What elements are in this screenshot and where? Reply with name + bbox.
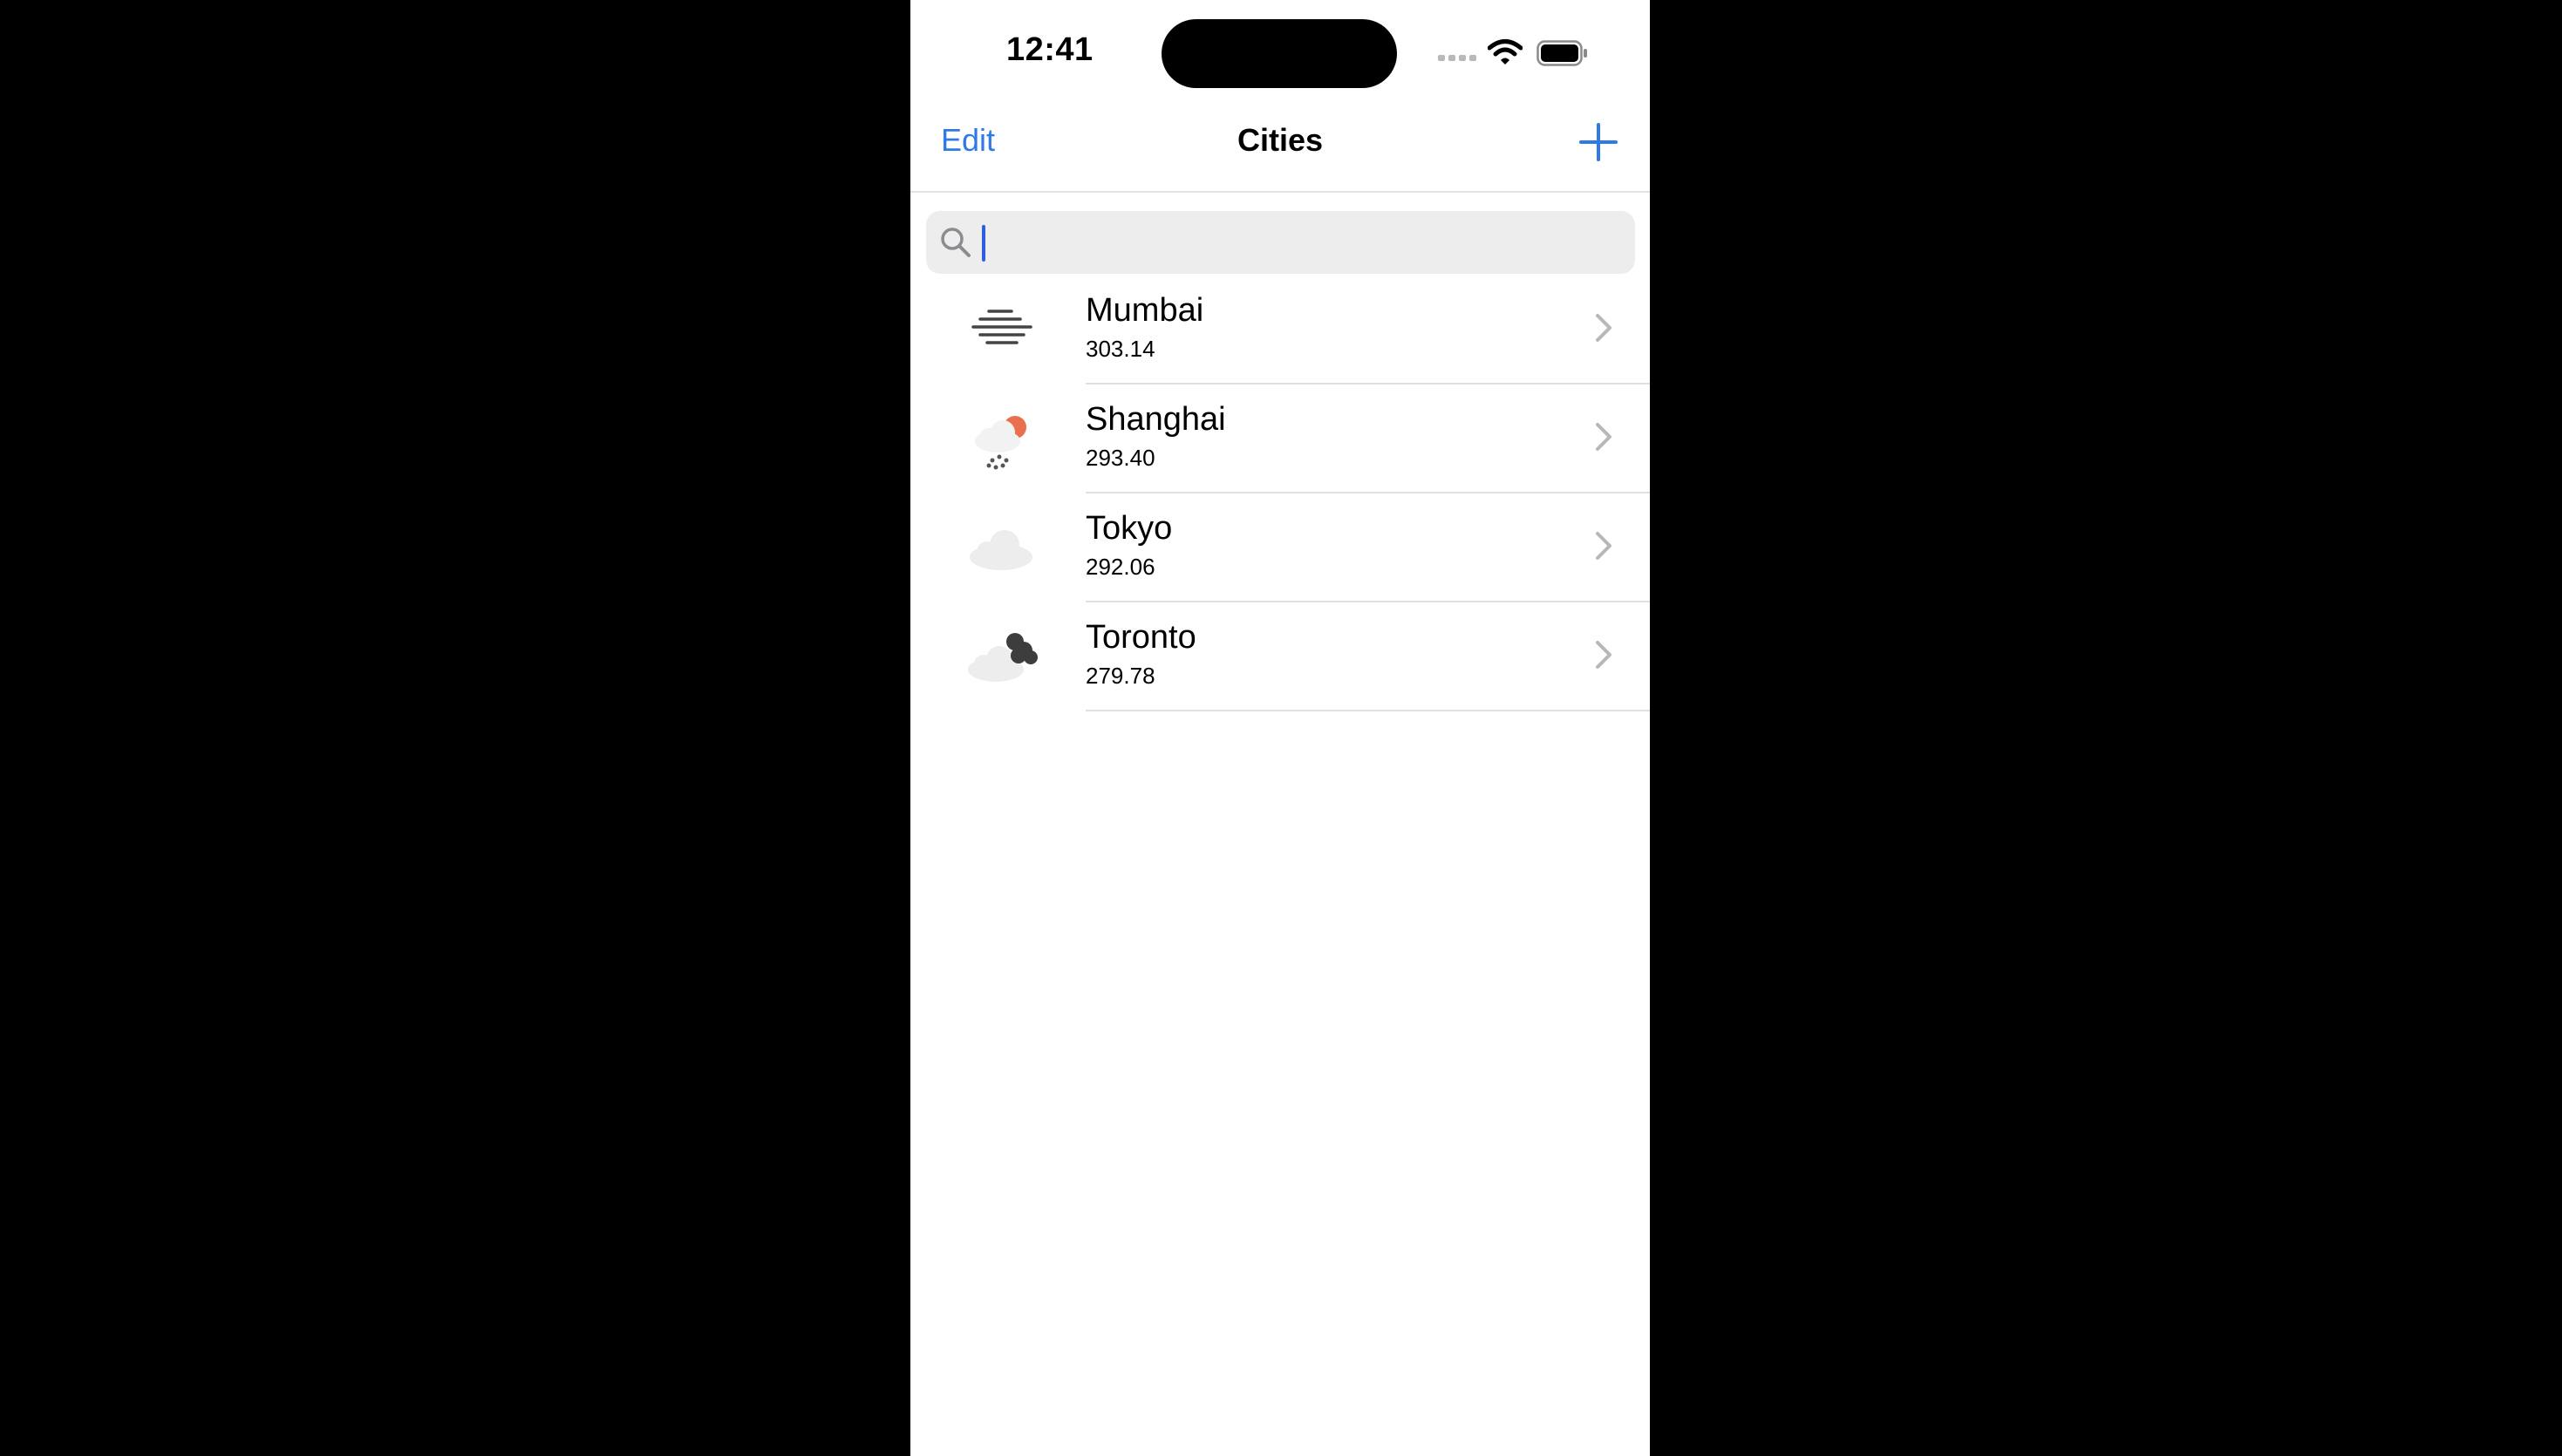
search-icon [941,228,971,257]
cloud-sun-rain-icon [975,416,1026,470]
list-item[interactable]: Tokyo 292.06 [910,493,1650,602]
chevron-right-icon [1596,423,1611,451]
city-name: Shanghai [1086,401,1226,438]
cellular-signal-icon [1438,55,1476,61]
text-cursor [982,225,985,262]
list-item[interactable]: Toronto 279.78 [910,602,1650,711]
city-value: 303.14 [1086,336,1155,362]
list-item[interactable]: Mumbai 303.14 [910,275,1650,384]
battery-icon [1537,40,1587,66]
wifi-icon [1488,39,1523,65]
phone-screen: 12:41 Edit Cities Mumbai 303.14 Shanghai… [910,0,1650,1456]
search-bar[interactable] [926,211,1635,274]
nav-divider [910,191,1650,193]
cloud-icon [970,530,1032,570]
haze-icon [971,310,1032,344]
chevron-right-icon [1596,532,1611,560]
list-item[interactable]: Shanghai 293.40 [910,384,1650,493]
row-divider [1086,710,1650,711]
plus-icon[interactable] [1577,120,1620,164]
city-name: Toronto [1086,619,1196,656]
chevron-right-icon [1596,314,1611,342]
broken-clouds-icon [968,633,1038,682]
status-time: 12:41 [1006,31,1094,68]
page-title: Cities [1237,122,1324,158]
city-name: Mumbai [1086,292,1204,329]
search-input[interactable] [980,221,1617,263]
dynamic-island [1162,19,1397,88]
city-name: Tokyo [1086,510,1173,547]
chevron-right-icon [1596,641,1611,669]
city-value: 292.06 [1086,554,1155,580]
city-value: 293.40 [1086,445,1155,471]
city-value: 279.78 [1086,663,1155,689]
